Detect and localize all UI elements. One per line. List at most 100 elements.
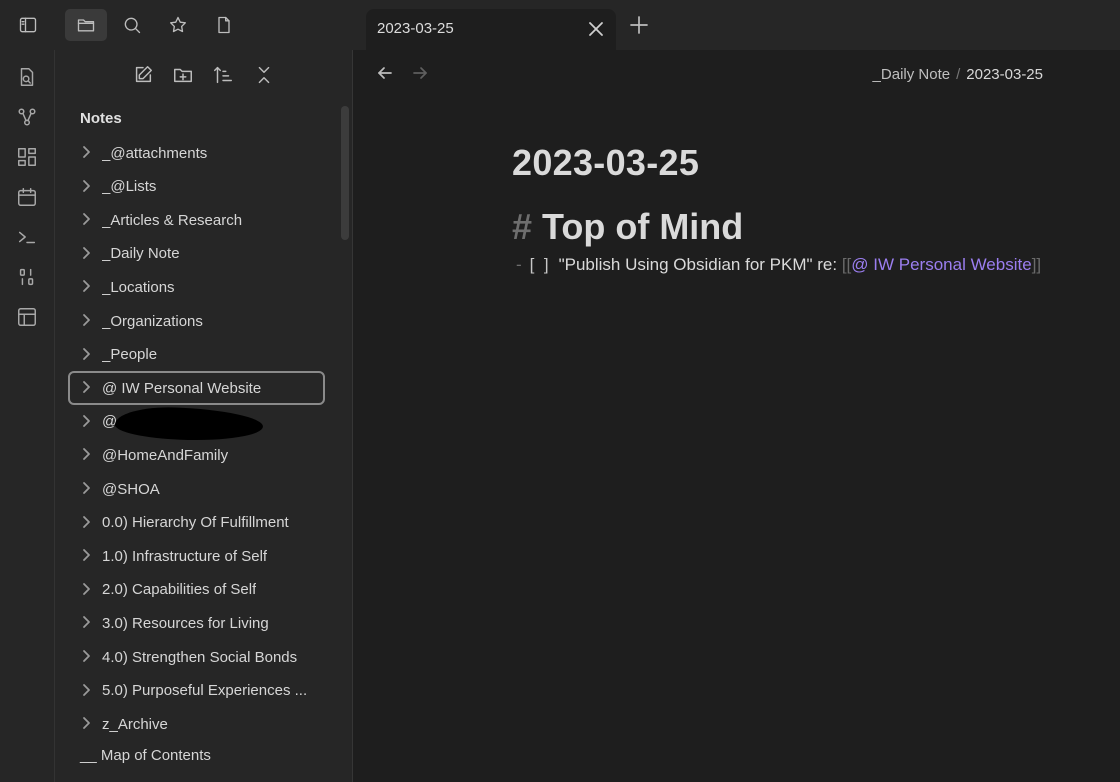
editor-pane: _Daily Note / 2023-03-25 2023-03-25 # To… — [353, 50, 1120, 782]
new-note-button[interactable] — [132, 64, 156, 88]
folder-item[interactable]: _Articles & Research — [68, 203, 325, 237]
folder-item[interactable]: 2.0) Capabilities of Self — [68, 573, 325, 607]
sidebar-toggle-icon — [19, 17, 37, 33]
sort-button[interactable] — [212, 64, 236, 88]
heading-marker: # — [512, 206, 533, 247]
folder-item[interactable]: _@Lists — [68, 170, 325, 204]
arrow-right-icon — [413, 67, 427, 79]
forward-button[interactable] — [410, 63, 432, 85]
folder-label: @HomeAndFamily — [102, 446, 229, 464]
list-bullet: - — [516, 255, 522, 274]
folder-item[interactable]: z_Archive — [68, 707, 325, 741]
breadcrumb-current[interactable]: 2023-03-25 — [966, 66, 1043, 83]
tab-close-button[interactable] — [586, 19, 606, 39]
file-explorer: Notes _@attachments _@Lists _Articles & Re… — [55, 50, 353, 782]
chevron-right-icon[interactable] — [78, 211, 96, 229]
folder-plus-icon — [174, 68, 192, 83]
sidebar-scrollbar[interactable] — [341, 106, 349, 240]
chevron-right-icon[interactable] — [78, 312, 96, 330]
canvas-button[interactable] — [16, 146, 38, 168]
chevron-right-icon[interactable] — [78, 682, 96, 700]
new-tab-button[interactable] — [628, 14, 650, 36]
search-icon — [124, 17, 141, 34]
search-view-button[interactable] — [111, 9, 153, 41]
daily-note-button[interactable] — [16, 186, 38, 208]
breadcrumb: _Daily Note / 2023-03-25 — [873, 66, 1043, 83]
layout-button[interactable] — [16, 306, 38, 328]
folder-item[interactable]: 3.0) Resources for Living — [68, 606, 325, 640]
chevron-right-icon[interactable] — [78, 648, 96, 666]
folder-label: _Daily Note — [102, 245, 180, 263]
task-item[interactable]: - [ ] "Publish Using Obsidian for PKM" r… — [516, 255, 1041, 275]
folder-item[interactable]: _People — [68, 338, 325, 372]
folder-label: 0.0) Hierarchy Of Fulfillment — [102, 514, 289, 532]
folder-item[interactable]: _Organizations — [68, 304, 325, 338]
templates-button[interactable] — [16, 266, 38, 288]
folder-item[interactable]: _Daily Note — [68, 237, 325, 271]
task-text: "Publish Using Obsidian for PKM" re: — [558, 255, 842, 274]
files-view-button[interactable] — [65, 9, 107, 41]
bookmarks-view-button[interactable] — [157, 9, 199, 41]
file-map-of-contents[interactable]: __ Map of Contents — [80, 747, 211, 764]
left-ribbon — [0, 50, 55, 782]
folder-item[interactable]: @ IW Personal Website — [68, 371, 325, 406]
breadcrumb-separator: / — [956, 66, 961, 83]
chevron-right-icon[interactable] — [78, 614, 96, 632]
folder-label: _Articles & Research — [102, 211, 243, 229]
star-icon — [170, 16, 186, 33]
folder-item[interactable]: 4.0) Strengthen Social Bonds — [68, 640, 325, 674]
note-heading[interactable]: # Top of Mind — [512, 206, 743, 248]
folder-item[interactable]: @HomeAndFamily — [68, 438, 325, 472]
folder-label: _@attachments — [102, 144, 208, 162]
command-palette-button[interactable] — [16, 226, 38, 248]
obsidian-window: 2023-03-25 Notes _@attachments _@Lists _… — [0, 0, 1120, 782]
chevron-right-icon[interactable] — [78, 446, 96, 464]
folder-item[interactable]: 5.0) Purposeful Experiences ... — [68, 674, 325, 708]
chevron-right-icon[interactable] — [78, 379, 96, 397]
internal-link[interactable]: @ IW Personal Website — [851, 255, 1031, 275]
outline-view-button[interactable] — [203, 9, 245, 41]
folder-label: @ IW Personal Website — [102, 379, 262, 397]
back-button[interactable] — [375, 63, 397, 85]
folder-item[interactable]: 0.0) Hierarchy Of Fulfillment — [68, 506, 325, 540]
chevron-right-icon[interactable] — [78, 278, 96, 296]
chevron-right-icon[interactable] — [78, 144, 96, 162]
note-title[interactable]: 2023-03-25 — [512, 142, 699, 184]
chevron-right-icon[interactable] — [78, 715, 96, 733]
toggle-sidebar-button[interactable] — [7, 9, 49, 41]
folder-item[interactable]: _Locations — [68, 270, 325, 304]
collapse-icon — [258, 66, 270, 84]
file-search-icon — [20, 68, 34, 86]
folder-label: _People — [102, 346, 158, 364]
binary-icon — [19, 268, 34, 286]
chevron-right-icon[interactable] — [78, 581, 96, 599]
folder-label: 4.0) Strengthen Social Bonds — [102, 648, 298, 666]
graph-view-button[interactable] — [16, 106, 38, 128]
file-icon — [218, 16, 230, 34]
chevron-right-icon[interactable] — [78, 547, 96, 565]
edit-icon — [135, 66, 152, 83]
folder-item[interactable]: _@attachments — [68, 136, 325, 170]
arrow-left-icon — [378, 67, 392, 79]
task-checkbox[interactable]: [ ] — [530, 255, 549, 275]
chevron-right-icon[interactable] — [78, 480, 96, 498]
chevron-right-icon[interactable] — [78, 413, 96, 431]
collapse-all-button[interactable] — [253, 64, 277, 88]
breadcrumb-folder[interactable]: _Daily Note — [873, 66, 951, 83]
new-folder-button[interactable] — [172, 64, 196, 88]
chevron-right-icon[interactable] — [78, 346, 96, 364]
tab-note[interactable]: 2023-03-25 — [366, 9, 616, 50]
chevron-right-icon[interactable] — [78, 245, 96, 263]
title-bar: 2023-03-25 — [0, 0, 1120, 50]
tab-title: 2023-03-25 — [377, 20, 454, 37]
folder-item[interactable]: @SHOA — [68, 472, 325, 506]
folder-label: _Locations — [102, 278, 175, 296]
close-icon — [589, 22, 603, 36]
folder-label: _Organizations — [102, 312, 203, 330]
folder-item[interactable]: 1.0) Infrastructure of Self — [68, 539, 325, 573]
chevron-right-icon[interactable] — [78, 514, 96, 532]
folder-label: _@Lists — [102, 178, 157, 196]
quick-switcher-button[interactable] — [16, 66, 38, 88]
chevron-right-icon[interactable] — [78, 178, 96, 196]
layout-icon — [18, 308, 36, 326]
